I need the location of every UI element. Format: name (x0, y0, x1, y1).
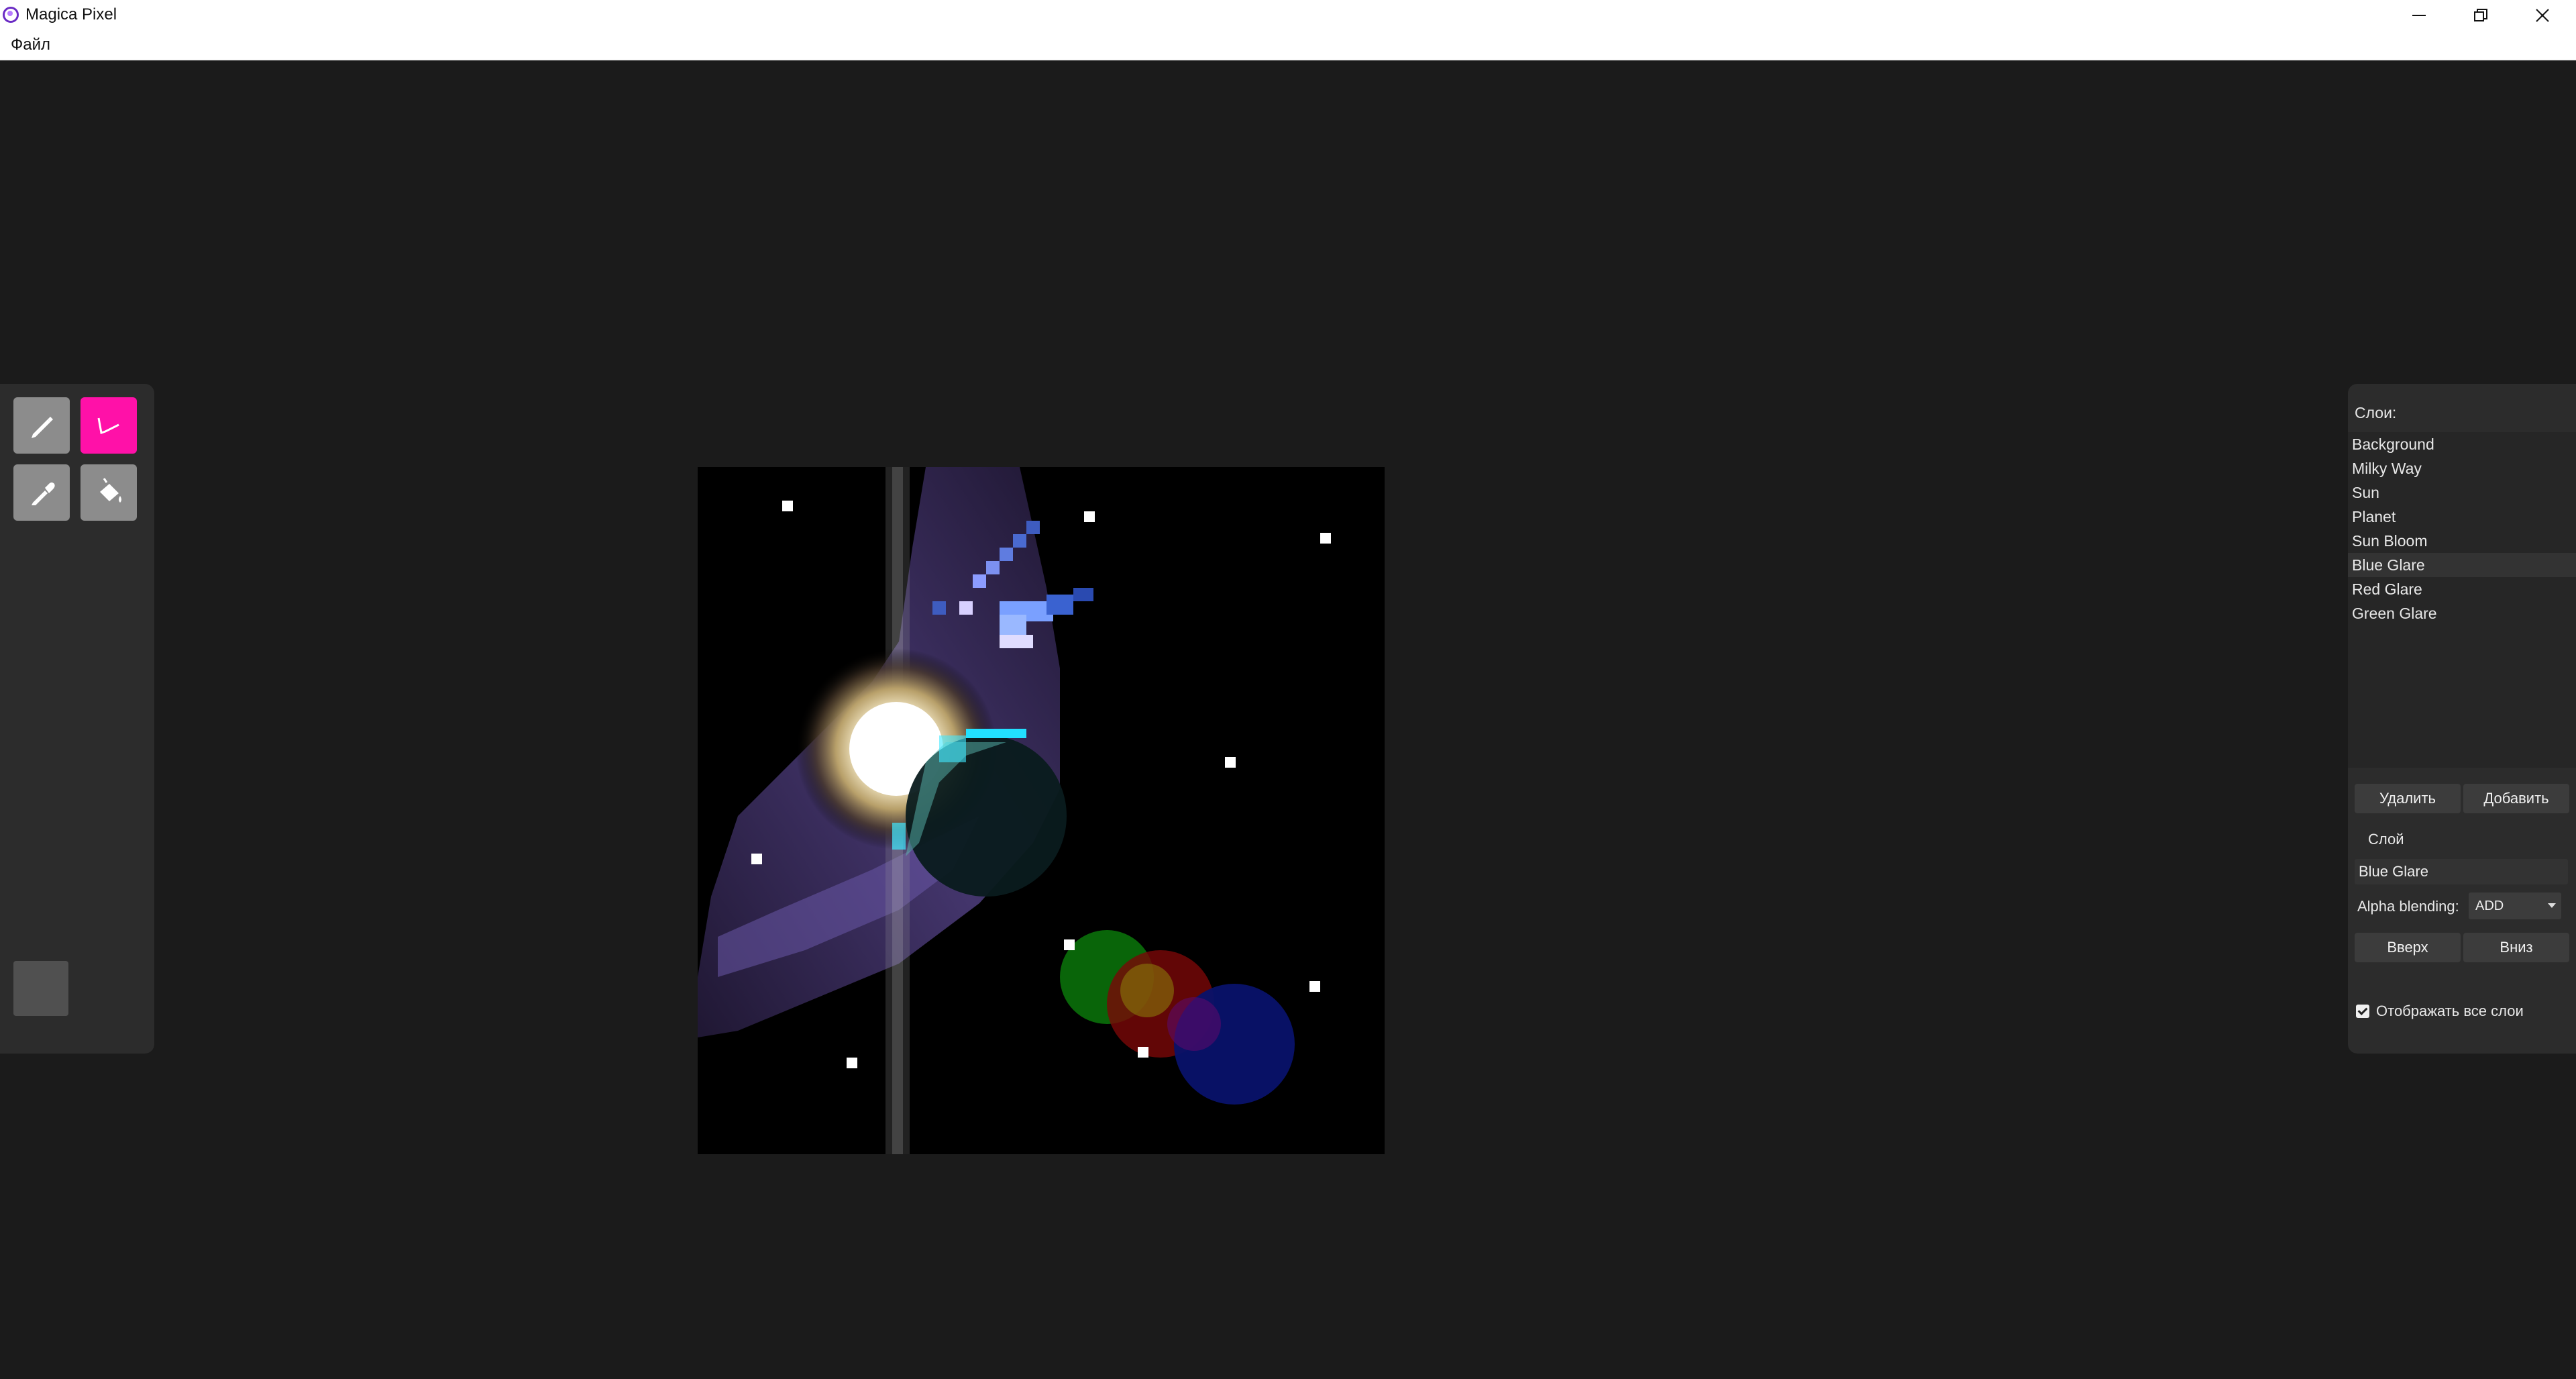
move-layer-down-button[interactable]: Вниз (2463, 933, 2569, 962)
alpha-blending-select[interactable]: ADD (2469, 892, 2561, 919)
close-icon[interactable] (2512, 0, 2573, 30)
layer-item[interactable]: Milky Way (2348, 456, 2576, 480)
layer-name-field[interactable] (2355, 859, 2568, 884)
alpha-blending-value: ADD (2475, 898, 2504, 913)
current-color-swatch[interactable] (13, 961, 68, 1016)
minimize-icon[interactable] (2388, 0, 2450, 30)
layer-list[interactable]: Background Milky Way Sun Planet Sun Bloo… (2348, 432, 2576, 768)
menu-bar: Файл (0, 30, 2576, 60)
layer-item[interactable]: Planet (2348, 505, 2576, 529)
show-all-layers-label: Отображать все слои (2376, 1003, 2524, 1019)
fill-bucket-tool-button[interactable] (80, 464, 137, 521)
window-title: Magica Pixel (25, 5, 117, 23)
chevron-down-icon (2548, 903, 2556, 908)
layers-panel: Слои: Background Milky Way Sun Planet Su… (2348, 384, 2576, 1054)
eyedropper-tool-button[interactable] (13, 464, 70, 521)
layer-item-selected[interactable]: Blue Glare (2348, 553, 2576, 577)
layer-item[interactable]: Green Glare (2348, 601, 2576, 625)
layer-item[interactable]: Sun Bloom (2348, 529, 2576, 553)
magica-pixel-logo-icon (3, 7, 19, 23)
eyedropper-icon (32, 482, 55, 505)
show-all-layers-checkbox[interactable] (2356, 1005, 2369, 1018)
move-layer-up-button[interactable]: Вверх (2355, 933, 2461, 962)
line-brush-icon (97, 417, 119, 434)
pencil-tool-button[interactable] (13, 397, 70, 454)
fill-bucket-icon (100, 478, 121, 503)
alpha-blending-label: Alpha blending: (2357, 898, 2459, 915)
pixel-artwork[interactable] (698, 467, 1385, 1154)
tool-panel (0, 384, 154, 1054)
pencil-icon (32, 417, 53, 438)
layer-item[interactable]: Background (2348, 432, 2576, 456)
add-layer-button[interactable]: Добавить (2463, 784, 2569, 813)
layers-caption: Слои: (2355, 404, 2397, 421)
line-brush-tool-button[interactable] (80, 397, 137, 454)
layer-item[interactable]: Red Glare (2348, 577, 2576, 601)
delete-layer-button[interactable]: Удалить (2355, 784, 2461, 813)
layer-section-label: Слой (2368, 831, 2404, 848)
menu-file[interactable]: Файл (11, 36, 50, 54)
show-all-layers-toggle[interactable]: Отображать все слои (2356, 1003, 2524, 1020)
drawing-canvas[interactable] (698, 467, 1385, 1154)
restore-icon[interactable] (2450, 0, 2512, 30)
layer-item[interactable]: Sun (2348, 480, 2576, 505)
title-bar: Magica Pixel (0, 0, 2576, 30)
